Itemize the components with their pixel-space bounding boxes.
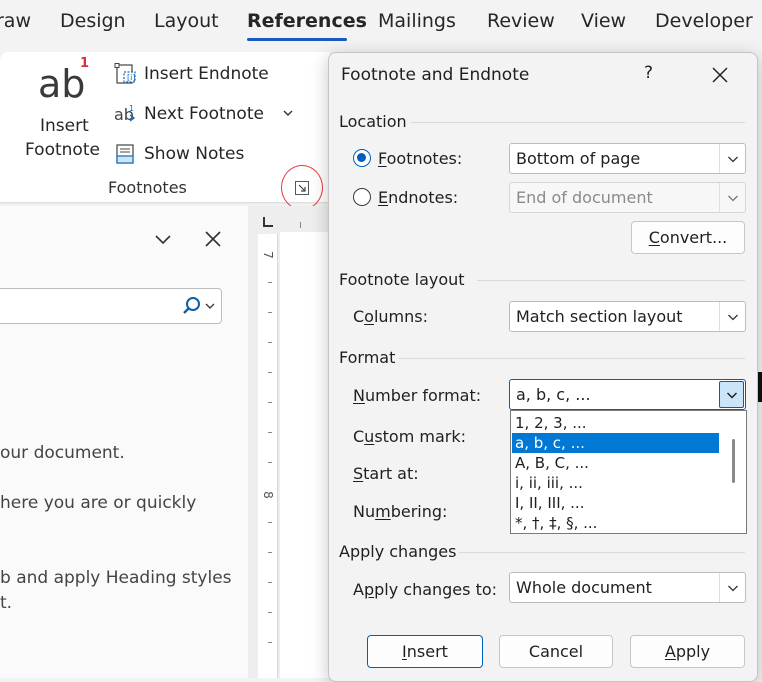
columns-select[interactable]: Match section layout bbox=[509, 301, 746, 332]
custom-mark-label: Custom mark: bbox=[353, 427, 467, 446]
ruler-tick bbox=[268, 402, 272, 403]
insert-endnote-label: Insert Endnote bbox=[144, 64, 269, 84]
close-icon[interactable] bbox=[202, 228, 224, 250]
show-notes-icon bbox=[116, 144, 134, 164]
chevron-down-icon[interactable] bbox=[152, 228, 174, 250]
ruler-number-8: 8 bbox=[260, 491, 275, 499]
ruler-number-7: 7 bbox=[260, 251, 275, 259]
dropdown-scrollbar[interactable] bbox=[732, 439, 735, 483]
number-format-label: Number format: bbox=[353, 386, 482, 405]
tab-selector-icon[interactable] bbox=[258, 212, 278, 232]
endnotes-label: Endnotes: bbox=[378, 188, 459, 207]
svg-text:[i]: [i] bbox=[127, 73, 135, 82]
section-divider bbox=[399, 358, 745, 359]
section-divider bbox=[477, 280, 745, 281]
apply-button[interactable]: Apply bbox=[630, 635, 745, 668]
chevron-down-icon bbox=[719, 381, 744, 408]
section-location: Location bbox=[339, 112, 407, 131]
ruler-tick bbox=[268, 612, 272, 613]
number-format-select[interactable]: a, b, c, ... bbox=[509, 379, 746, 410]
ruler-tick bbox=[300, 222, 301, 228]
apply-changes-to-label: Apply changes to: bbox=[353, 580, 498, 599]
ruler-tick bbox=[268, 462, 272, 463]
ruler-tick bbox=[268, 312, 272, 313]
tab-view[interactable]: View bbox=[581, 10, 626, 32]
insert-button[interactable]: Insert bbox=[367, 635, 483, 668]
annotation-circle bbox=[281, 165, 323, 210]
tab-draw[interactable]: raw bbox=[0, 10, 31, 32]
next-footnote-dropdown-icon[interactable] bbox=[282, 107, 294, 119]
list-item-selected[interactable]: a, b, c, ... bbox=[512, 433, 719, 453]
help-button[interactable]: ? bbox=[644, 63, 653, 83]
list-item[interactable]: I, II, III, ... bbox=[512, 493, 719, 513]
endnotes-position-select[interactable]: End of document bbox=[509, 182, 746, 213]
number-format-dropdown-list[interactable]: 1, 2, 3, ... a, b, c, ... A, B, C, ... i… bbox=[510, 410, 747, 534]
columns-label: Columns: bbox=[353, 307, 429, 326]
list-item[interactable]: *, †, ‡, §, ... bbox=[512, 513, 719, 533]
chevron-down-icon bbox=[719, 183, 745, 212]
nav-help-text-2: here you are or quickly bbox=[0, 493, 197, 513]
search-options-chevron-icon[interactable] bbox=[205, 301, 215, 311]
convert-button[interactable]: Convert... bbox=[631, 221, 745, 254]
list-item[interactable]: 1, 2, 3, ... bbox=[512, 413, 719, 433]
ribbon-tab-bar: raw Design Layout References Mailings Re… bbox=[0, 0, 762, 48]
start-at-label: Start at: bbox=[353, 464, 419, 483]
section-divider bbox=[411, 122, 745, 123]
next-footnote-button[interactable]: ab 1 Next Footnote bbox=[114, 101, 264, 127]
next-footnote-icon: ab 1 bbox=[114, 104, 136, 124]
section-divider bbox=[459, 552, 745, 553]
footnotes-label: Footnotes: bbox=[378, 149, 463, 168]
dialog-close-icon[interactable] bbox=[709, 64, 731, 86]
dialog-title: Footnote and Endnote bbox=[341, 65, 530, 85]
navigation-search-input[interactable] bbox=[0, 288, 222, 324]
section-apply-changes: Apply changes bbox=[339, 542, 457, 561]
navigation-pane bbox=[0, 206, 248, 678]
active-tab-indicator bbox=[247, 38, 347, 41]
show-notes-label: Show Notes bbox=[144, 144, 245, 164]
footnote-superscript-icon: 1 bbox=[80, 56, 90, 71]
tab-layout[interactable]: Layout bbox=[154, 10, 219, 32]
tab-references[interactable]: References bbox=[247, 10, 367, 32]
tab-design[interactable]: Design bbox=[60, 10, 126, 32]
tab-mailings[interactable]: Mailings bbox=[378, 10, 456, 32]
show-notes-button[interactable]: Show Notes bbox=[114, 141, 244, 167]
ruler-tick bbox=[268, 372, 272, 373]
ruler-tick bbox=[268, 552, 272, 553]
insert-endnote-button[interactable]: [i] Insert Endnote bbox=[114, 61, 269, 87]
ruler-tick bbox=[268, 432, 272, 433]
endnotes-radio[interactable] bbox=[353, 188, 371, 206]
ruler-tick bbox=[268, 342, 272, 343]
numbering-label: Numbering: bbox=[353, 502, 448, 521]
search-icon bbox=[183, 297, 200, 314]
apply-changes-to-select[interactable]: Whole document bbox=[509, 572, 746, 603]
footnote-endnote-dialog: Footnote and Endnote ? Location Footnote… bbox=[328, 52, 758, 682]
tab-developer[interactable]: Developer bbox=[655, 10, 753, 32]
chevron-down-icon bbox=[719, 302, 745, 331]
insert-footnote-label-line2: Footnote bbox=[25, 140, 100, 160]
list-item[interactable]: A, B, C, ... bbox=[512, 453, 719, 473]
ruler-tick bbox=[268, 522, 272, 523]
cancel-button[interactable]: Cancel bbox=[499, 635, 613, 668]
ruler-tick bbox=[268, 582, 272, 583]
nav-help-text-3: b and apply Heading styles bbox=[0, 568, 232, 588]
chevron-down-icon bbox=[719, 573, 745, 602]
nav-help-text-4: t. bbox=[0, 593, 13, 613]
list-item[interactable]: i, ii, iii, ... bbox=[512, 473, 719, 493]
next-footnote-label: Next Footnote bbox=[144, 104, 264, 124]
svg-text:1: 1 bbox=[129, 104, 134, 113]
footnotes-position-select[interactable]: Bottom of page bbox=[509, 143, 746, 174]
footnotes-group-label: Footnotes bbox=[108, 178, 187, 197]
insert-footnote-label-line1: Insert bbox=[40, 116, 89, 136]
ruler-tick bbox=[268, 642, 272, 643]
insert-footnote-icon: ab bbox=[38, 62, 86, 106]
insert-endnote-icon: [i] bbox=[114, 63, 136, 84]
section-format: Format bbox=[339, 348, 396, 367]
footnotes-radio[interactable] bbox=[353, 149, 371, 167]
tab-review[interactable]: Review bbox=[487, 10, 555, 32]
nav-help-text-1: our document. bbox=[0, 443, 125, 463]
section-footnote-layout: Footnote layout bbox=[339, 270, 465, 289]
ruler-tick bbox=[268, 282, 272, 283]
chevron-down-icon bbox=[719, 144, 745, 173]
